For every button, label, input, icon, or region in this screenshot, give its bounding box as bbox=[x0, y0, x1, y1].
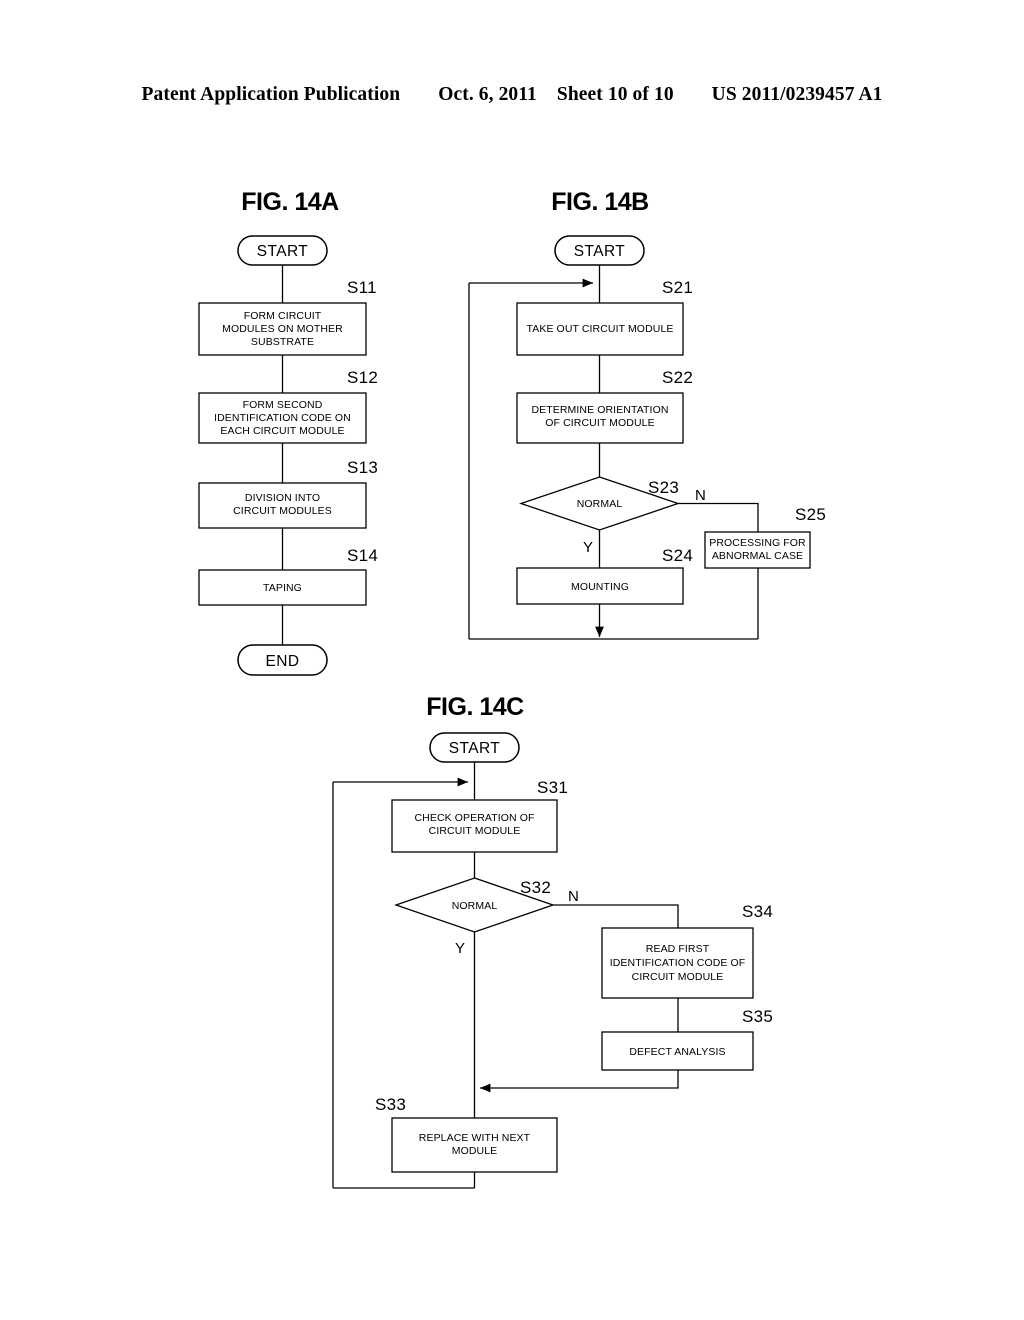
svg-text:ABNORMAL CASE: ABNORMAL CASE bbox=[712, 550, 803, 562]
svg-text:SUBSTRATE: SUBSTRATE bbox=[251, 336, 314, 348]
fig14a-process-s11: FORM CIRCUIT MODULES ON MOTHER SUBSTRATE bbox=[198, 302, 367, 356]
svg-text:CIRCUIT MODULES: CIRCUIT MODULES bbox=[233, 505, 332, 517]
fig14c-process-s31: CHECK OPERATION OF CIRCUIT MODULE bbox=[391, 799, 558, 853]
svg-text:FORM CIRCUIT: FORM CIRCUIT bbox=[244, 310, 322, 322]
figure-14b-title: FIG. 14B bbox=[551, 188, 648, 216]
svg-text:FORM SECOND: FORM SECOND bbox=[243, 399, 323, 411]
figure-14c-title: FIG. 14C bbox=[426, 693, 524, 721]
fig14a-process-s13: DIVISION INTO CIRCUIT MODULES bbox=[198, 482, 367, 529]
header-patent-number: US 2011/0239457 A1 bbox=[711, 84, 883, 105]
fig14b-start-terminal: START bbox=[554, 235, 645, 266]
fig14b-process-s22: DETERMINE ORIENTATION OF CIRCUIT MODULE bbox=[516, 392, 684, 444]
fig14a-start-terminal: START bbox=[237, 235, 328, 266]
header-sheet-number: Sheet 10 of 10 bbox=[556, 84, 674, 105]
svg-text:MODULE: MODULE bbox=[452, 1145, 498, 1157]
fig14c-defect-return-path bbox=[480, 1070, 679, 1093]
header-publication-date: Oct. 6, 2011 bbox=[438, 84, 537, 105]
fig14c-step-tag-s33: S33 bbox=[375, 1095, 406, 1114]
fig14a-step-tag-s11: S11 bbox=[347, 278, 377, 297]
fig14a-step-tag-s14: S14 bbox=[347, 546, 378, 565]
svg-text:IDENTIFICATION CODE ON: IDENTIFICATION CODE ON bbox=[214, 412, 351, 424]
fig14c-process-s35: DEFECT ANALYSIS bbox=[601, 1031, 754, 1071]
svg-text:END: END bbox=[266, 653, 300, 670]
svg-text:OF CIRCUIT MODULE: OF CIRCUIT MODULE bbox=[545, 417, 654, 429]
svg-text:DEFECT ANALYSIS: DEFECT ANALYSIS bbox=[629, 1046, 725, 1058]
fig14b-step-tag-s24: S24 bbox=[662, 546, 693, 565]
fig14b-process-s25: PROCESSING FOR ABNORMAL CASE bbox=[704, 531, 811, 569]
fig14b-no-branch-path bbox=[678, 502, 759, 639]
svg-text:NORMAL: NORMAL bbox=[452, 900, 498, 912]
svg-text:DIVISION INTO: DIVISION INTO bbox=[245, 492, 320, 504]
svg-text:START: START bbox=[574, 243, 626, 260]
fig14b-process-s24: MOUNTING bbox=[516, 567, 684, 605]
fig14a-step-tag-s12: S12 bbox=[347, 368, 378, 387]
fig14c-process-s34: READ FIRST IDENTIFICATION CODE OF CIRCUI… bbox=[601, 927, 754, 999]
fig14b-step-tag-s21: S21 bbox=[662, 278, 693, 297]
svg-text:CHECK OPERATION OF: CHECK OPERATION OF bbox=[414, 812, 534, 824]
svg-text:EACH CIRCUIT MODULE: EACH CIRCUIT MODULE bbox=[220, 425, 344, 437]
fig14c-branch-yes-label: Y bbox=[455, 940, 465, 957]
svg-text:PROCESSING FOR: PROCESSING FOR bbox=[709, 537, 806, 549]
svg-text:IDENTIFICATION CODE OF: IDENTIFICATION CODE OF bbox=[610, 957, 746, 969]
fig14c-process-s33: REPLACE WITH NEXT MODULE bbox=[391, 1117, 558, 1173]
fig14a-process-s14: TAPING bbox=[198, 569, 367, 606]
fig14c-branch-no-label: N bbox=[568, 888, 579, 905]
fig14a-process-s12: FORM SECOND IDENTIFICATION CODE ON EACH … bbox=[198, 392, 367, 444]
svg-text:CIRCUIT MODULE: CIRCUIT MODULE bbox=[632, 971, 724, 983]
svg-text:START: START bbox=[257, 243, 309, 260]
header-publication-title: Patent Application Publication bbox=[141, 84, 401, 105]
figure-14a-title: FIG. 14A bbox=[241, 188, 339, 216]
figure-14b: FIG. 14B START S21 TAKE OUT CIRCUIT MODU… bbox=[468, 188, 826, 640]
page-header: Patent Application Publication Oct. 6, 2… bbox=[0, 84, 1024, 106]
svg-text:TAKE OUT CIRCUIT MODULE: TAKE OUT CIRCUIT MODULE bbox=[527, 323, 674, 335]
fig14c-step-tag-s34: S34 bbox=[742, 902, 773, 921]
figure-14c: FIG. 14C START S31 CHECK OPERATION OF CI… bbox=[332, 693, 773, 1189]
fig14a-end-terminal: END bbox=[237, 644, 328, 676]
svg-text:START: START bbox=[449, 740, 501, 757]
svg-text:REPLACE WITH NEXT: REPLACE WITH NEXT bbox=[419, 1132, 531, 1144]
svg-text:READ FIRST: READ FIRST bbox=[646, 943, 710, 955]
figure-14a: FIG. 14A START S11 FORM CIRCUIT MODULES … bbox=[198, 188, 378, 676]
svg-text:TAPING: TAPING bbox=[263, 582, 302, 594]
fig14b-step-tag-s22: S22 bbox=[662, 368, 693, 387]
svg-text:MODULES ON MOTHER: MODULES ON MOTHER bbox=[222, 323, 343, 335]
fig14b-step-tag-s23: S23 bbox=[648, 478, 679, 497]
svg-text:CIRCUIT MODULE: CIRCUIT MODULE bbox=[429, 825, 521, 837]
svg-text:NORMAL: NORMAL bbox=[577, 498, 623, 510]
fig14b-branch-no-label: N bbox=[695, 487, 706, 504]
fig14c-step-tag-s32: S32 bbox=[520, 878, 551, 897]
fig14b-process-s21: TAKE OUT CIRCUIT MODULE bbox=[516, 302, 684, 356]
svg-text:MOUNTING: MOUNTING bbox=[571, 581, 629, 593]
svg-text:DETERMINE ORIENTATION: DETERMINE ORIENTATION bbox=[531, 404, 668, 416]
fig14b-step-tag-s25: S25 bbox=[795, 505, 826, 524]
fig14c-start-terminal: START bbox=[429, 732, 520, 763]
fig14c-no-branch-path bbox=[553, 904, 679, 928]
fig14c-step-tag-s31: S31 bbox=[537, 778, 568, 797]
fig14a-step-tag-s13: S13 bbox=[347, 458, 378, 477]
patent-drawing-page: Patent Application Publication Oct. 6, 2… bbox=[0, 0, 1024, 1320]
fig14c-step-tag-s35: S35 bbox=[742, 1007, 773, 1026]
fig14b-branch-yes-label: Y bbox=[583, 539, 593, 556]
